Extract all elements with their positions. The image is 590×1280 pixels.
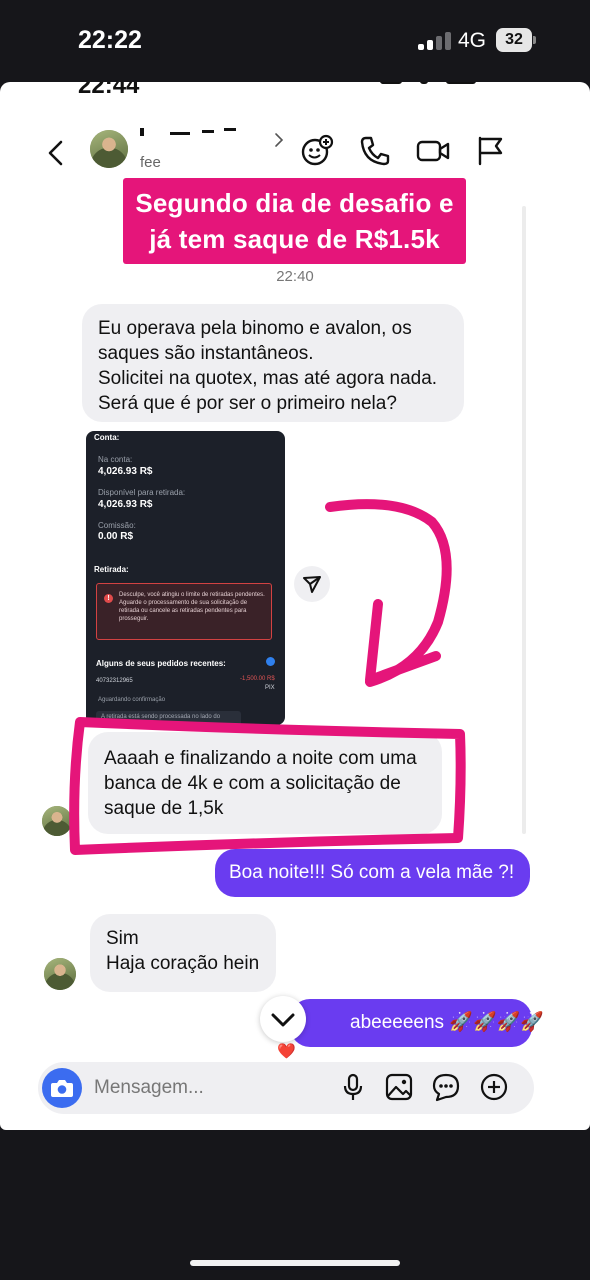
plus-circle-icon[interactable] xyxy=(479,1072,509,1102)
order-status: Aguardando confirmação xyxy=(98,697,166,703)
sender-avatar[interactable] xyxy=(42,806,72,836)
status-bar: 22:22 4G 32 xyxy=(0,0,590,80)
message-line: banca de 4k e com a solicitação de xyxy=(104,773,401,794)
message-line: saque de 1,5k xyxy=(104,798,224,819)
signal-icon xyxy=(418,32,452,50)
info-icon xyxy=(266,657,275,666)
commission-value: 0.00 R$ xyxy=(98,531,134,542)
message-line: saques são instantâneos. xyxy=(98,343,314,364)
contact-avatar[interactable] xyxy=(90,130,128,168)
outgoing-message-bubble[interactable]: abeeeeens 🚀🚀🚀🚀 xyxy=(290,999,544,1047)
error-icon: ! xyxy=(104,594,113,603)
contact-name-redacted[interactable] xyxy=(140,128,240,142)
message-line: Será que é por ser o primeiro nela? xyxy=(98,393,397,414)
heart-reaction[interactable]: ❤️ xyxy=(277,1044,296,1060)
scrollbar[interactable] xyxy=(522,206,526,834)
message-text: abeeeeens 🚀🚀🚀🚀 xyxy=(350,1012,544,1033)
incoming-message-bubble[interactable]: Sim Haja coração hein xyxy=(90,914,276,992)
share-icon xyxy=(303,576,321,593)
scroll-to-bottom-button[interactable] xyxy=(260,996,306,1042)
order-note: A retirada está sendo processada no lado… xyxy=(96,711,241,725)
incoming-message-bubble[interactable]: Aaaah e finalizando a noite com uma banc… xyxy=(88,732,442,834)
background-status-icons xyxy=(376,82,486,86)
recent-orders-title: Alguns de seus pedidos recentes: xyxy=(96,659,226,668)
share-button[interactable] xyxy=(294,566,330,602)
camera-button[interactable] xyxy=(42,1068,82,1108)
message-composer xyxy=(38,1062,534,1114)
status-time: 22:22 xyxy=(78,26,142,54)
back-arrow-icon[interactable] xyxy=(42,138,70,168)
chevron-down-icon xyxy=(271,1013,295,1027)
sticker-add-icon[interactable] xyxy=(300,134,334,168)
incoming-message-bubble[interactable]: Eu operava pela binomo e avalon, os saqu… xyxy=(82,304,464,422)
account-label: Conta: xyxy=(94,433,120,442)
message-line: Sim xyxy=(106,928,139,949)
background-status-time: 22:44 xyxy=(78,82,140,99)
contact-subtitle: fee xyxy=(140,154,161,171)
order-method: PIX xyxy=(265,685,275,691)
gallery-icon[interactable] xyxy=(384,1072,414,1102)
phone-icon[interactable] xyxy=(358,134,392,168)
order-id: 40732312965 xyxy=(96,678,133,684)
withdrawal-label: Retirada: xyxy=(94,565,129,574)
overlay-caption: Segundo dia de desafio e já tem saque de… xyxy=(123,178,466,264)
message-input[interactable] xyxy=(94,1076,314,1100)
video-icon[interactable] xyxy=(416,134,450,168)
order-note-text: A retirada está sendo processada no lado… xyxy=(101,714,221,720)
overlay-caption-line1: Segundo dia de desafio e xyxy=(135,188,454,218)
available-value: 4,026.93 R$ xyxy=(98,499,153,510)
sender-avatar[interactable] xyxy=(44,958,76,990)
network-type: 4G xyxy=(458,29,487,52)
chat-screen: 22:44 fee Segundo dia de desafio e já te… xyxy=(0,82,590,1130)
battery-icon: 32 xyxy=(496,28,536,52)
camera-icon xyxy=(51,1080,73,1097)
withdrawal-error-text: Desculpe, você atingiu o limite de retir… xyxy=(119,592,265,622)
commission-label: Comissão: xyxy=(98,521,136,530)
message-line: Solicitei na quotex, mas até agora nada. xyxy=(98,368,438,389)
balance-value: 4,026.93 R$ xyxy=(98,466,153,477)
order-amount: -1,500.00 R$ xyxy=(240,676,275,682)
message-text: Boa noite!!! Só com a vela mãe ?! xyxy=(229,862,515,883)
battery-level: 32 xyxy=(496,28,532,52)
shared-image-withdrawal-screenshot[interactable]: Conta: Na conta: 4,026.93 R$ Disponível … xyxy=(86,431,285,725)
sticker-icon[interactable] xyxy=(431,1072,461,1102)
balance-label: Na conta: xyxy=(98,455,133,464)
message-line: Aaaah e finalizando a noite com uma xyxy=(104,748,417,769)
chevron-right-icon[interactable] xyxy=(272,132,286,148)
message-line: Eu operava pela binomo e avalon, os xyxy=(98,318,412,339)
available-label: Disponível para retirada: xyxy=(98,488,186,497)
outgoing-message-bubble[interactable]: Boa noite!!! Só com a vela mãe ?! xyxy=(215,849,530,897)
withdrawal-error-box: ! Desculpe, você atingiu o limite de ret… xyxy=(96,583,272,640)
microphone-icon[interactable] xyxy=(338,1072,368,1102)
overlay-caption-line2: já tem saque de R$1.5k xyxy=(149,224,440,254)
home-indicator[interactable] xyxy=(190,1260,400,1266)
flag-icon[interactable] xyxy=(474,134,508,168)
message-timestamp: 22:40 xyxy=(276,268,314,285)
message-line: Haja coração hein xyxy=(106,953,260,974)
